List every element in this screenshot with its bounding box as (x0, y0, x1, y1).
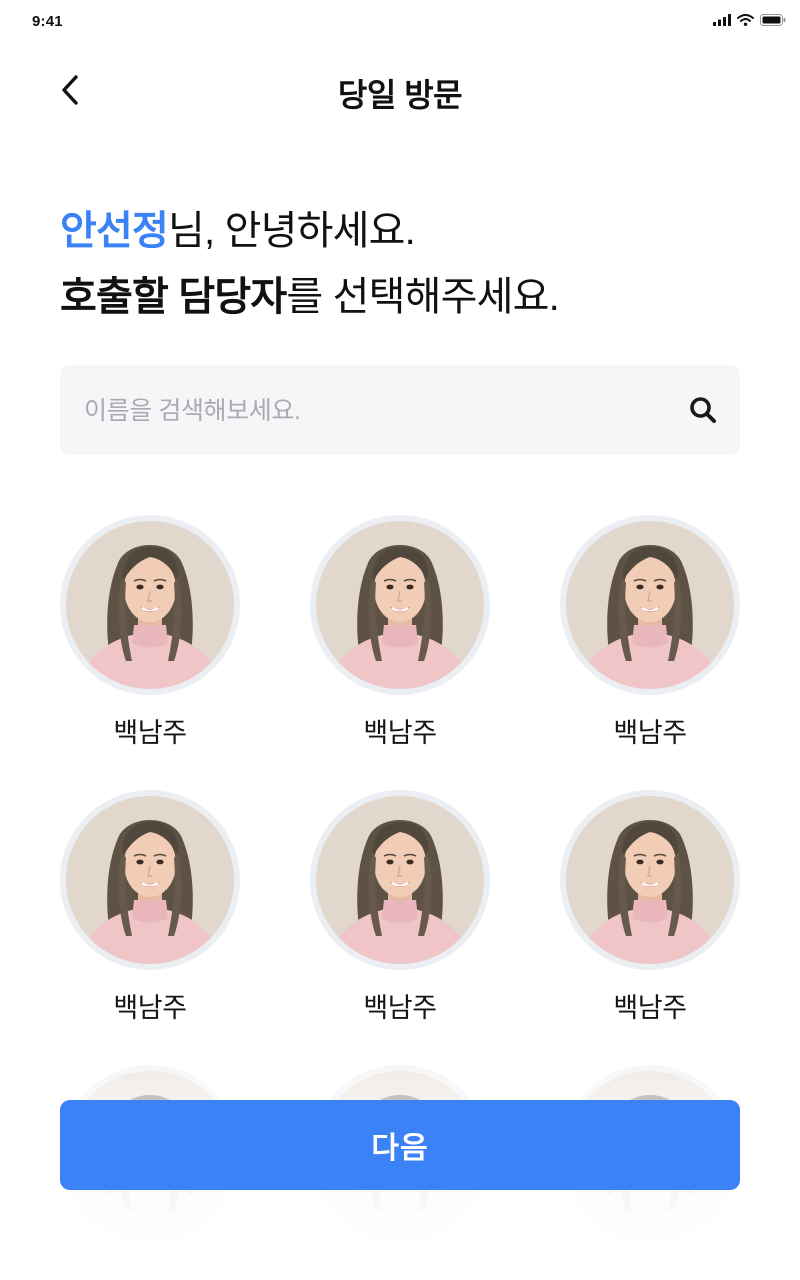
staff-photo (66, 796, 234, 964)
status-time: 9:41 (32, 13, 63, 30)
staff-card[interactable]: 백남주 (310, 515, 490, 750)
status-bar: 9:41 (0, 0, 800, 44)
staff-name: 백남주 (113, 718, 187, 748)
greeting: 안선정님, 안녕하세요. 호출할 담당자를 선택해주세요. (60, 198, 560, 330)
avatar (560, 515, 740, 695)
staff-photo (66, 521, 234, 689)
staff-card[interactable]: 백남주 (60, 515, 240, 750)
greeting-line-1-suffix: 님, 안녕하세요. (168, 209, 416, 253)
wifi-icon (737, 14, 754, 26)
avatar (310, 790, 490, 970)
greeting-line-1: 안선정님, 안녕하세요. (60, 198, 559, 264)
greeting-line-2-suffix: 를 선택해주세요. (286, 275, 559, 319)
staff-card[interactable]: 백남주 (60, 790, 240, 1025)
search-input[interactable] (82, 365, 666, 457)
avatar (60, 790, 240, 970)
staff-name: 백남주 (363, 718, 437, 748)
next-button[interactable]: 다음 (60, 1100, 740, 1190)
search-box (60, 365, 740, 457)
staff-photo (566, 796, 734, 964)
staff-card[interactable]: 백남주 (560, 790, 740, 1025)
staff-card[interactable]: 백남주 (560, 515, 740, 750)
search-icon[interactable] (688, 395, 718, 425)
greeting-line-2-bold: 호출할 담당자 (60, 275, 287, 319)
avatar (560, 790, 740, 970)
greeting-line-2: 호출할 담당자를 선택해주세요. (60, 264, 560, 330)
user-name: 안선정 (60, 209, 169, 253)
avatar (310, 515, 490, 695)
header: 당일 방문 (0, 56, 800, 124)
staff-photo (316, 521, 484, 689)
staff-photo (316, 796, 484, 964)
staff-name: 백남주 (113, 993, 187, 1023)
staff-photo (566, 521, 734, 689)
staff-name: 백남주 (613, 993, 687, 1023)
staff-name: 백남주 (613, 718, 687, 748)
avatar (60, 515, 240, 695)
signal-icon (713, 14, 731, 26)
status-icons (713, 14, 786, 26)
staff-name: 백남주 (363, 993, 437, 1023)
staff-card[interactable]: 백남주 (310, 790, 490, 1025)
page-title: 당일 방문 (337, 77, 463, 113)
battery-icon (760, 14, 786, 26)
